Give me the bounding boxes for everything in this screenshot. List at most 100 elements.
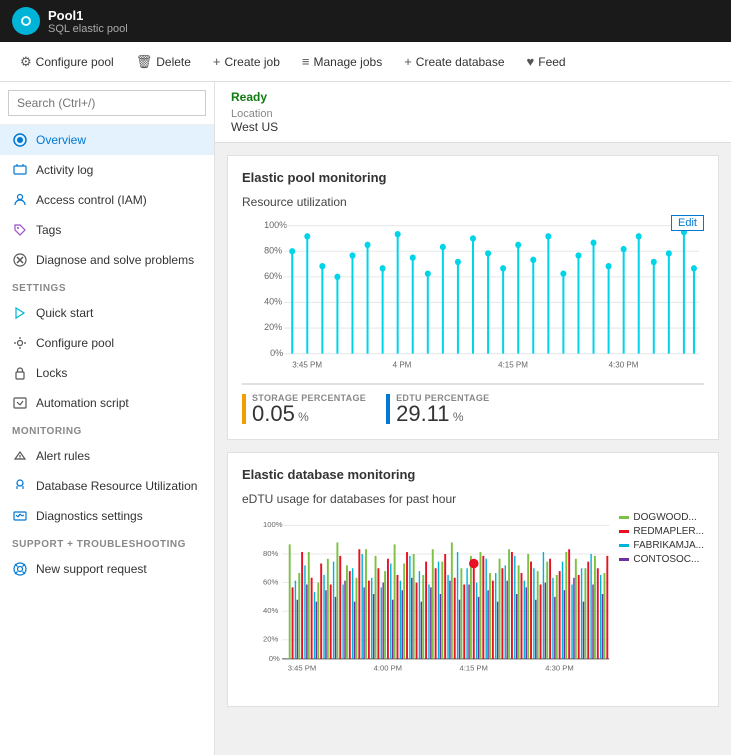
tags-icon — [12, 222, 28, 238]
content-area: Ready Location West US Elastic pool moni… — [215, 82, 731, 755]
list-icon: ≡ — [302, 54, 310, 69]
resource-chart-area: Edit 100% 80% 60% 40% 20% 0% — [242, 215, 704, 375]
svg-text:3:45 PM: 3:45 PM — [292, 360, 322, 369]
sidebar-item-tags[interactable]: Tags — [0, 215, 214, 245]
sidebar-item-locks[interactable]: Locks — [0, 358, 214, 388]
redmapler-legend-label: REDMAPLER... — [633, 526, 704, 537]
content-status-header: Ready Location West US — [215, 82, 731, 143]
sidebar: Overview Activity log Access control (IA… — [0, 82, 215, 755]
create-database-button[interactable]: + Create database — [396, 50, 512, 73]
contoso-legend-label: CONTOSOC... — [633, 554, 699, 565]
resource-chart-subtitle: Resource utilization — [242, 195, 704, 209]
create-job-button[interactable]: + Create job — [205, 50, 288, 73]
plus-icon: + — [213, 54, 221, 69]
legend-contoso: CONTOSOC... — [619, 554, 704, 565]
lock-icon — [12, 365, 28, 381]
edtu-info: EDTU PERCENTAGE 29.11 % — [396, 393, 489, 425]
quickstart-icon — [12, 305, 28, 321]
alert-icon — [12, 448, 28, 464]
header-text: Pool1 SQL elastic pool — [48, 8, 128, 35]
heart-icon: ♥ — [527, 54, 535, 69]
svg-text:3:45 PM: 3:45 PM — [288, 663, 316, 672]
storage-bar — [242, 394, 246, 424]
edtu-value: 29.11 — [396, 401, 449, 426]
svg-text:20%: 20% — [264, 322, 282, 332]
svg-text:4 PM: 4 PM — [393, 360, 412, 369]
configure-icon — [12, 335, 28, 351]
metrics-row: STORAGE PERCENTAGE 0.05 % EDTU PERCENTAG… — [242, 383, 704, 425]
storage-value-row: 0.05 % — [252, 403, 366, 425]
edtu-chart-subtitle: eDTU usage for databases for past hour — [242, 492, 704, 506]
svg-text:20%: 20% — [263, 635, 278, 644]
svg-text:60%: 60% — [263, 577, 278, 586]
resource-chart-svg: 100% 80% 60% 40% 20% 0% 3:45 PM 4 PM — [242, 215, 704, 375]
edtu-bar — [386, 394, 390, 424]
support-icon — [12, 561, 28, 577]
contoso-legend-dot — [619, 558, 629, 561]
plus2-icon: + — [404, 54, 412, 69]
svg-text:80%: 80% — [264, 245, 282, 255]
location-value: West US — [231, 120, 715, 134]
redmapler-legend-dot — [619, 530, 629, 533]
storage-value: 0.05 — [252, 401, 295, 426]
toolbar: ⚙ Configure pool 🗑 Delete + Create job ≡… — [0, 42, 731, 82]
svg-text:4:15 PM: 4:15 PM — [498, 360, 528, 369]
sidebar-search-container — [0, 82, 214, 125]
svg-text:100%: 100% — [264, 220, 287, 230]
chart-legend: DOGWOOD... REDMAPLER... FABRIKAMJA... CO… — [619, 512, 704, 565]
gear-icon: ⚙ — [20, 54, 32, 70]
edtu-value-row: 29.11 % — [396, 403, 489, 425]
resource-utilization-card: Elastic pool monitoring Resource utiliza… — [227, 155, 719, 440]
monitoring-section-label: MONITORING — [0, 418, 214, 441]
pool-icon — [12, 7, 40, 35]
sidebar-item-automation[interactable]: Automation script — [0, 388, 214, 418]
svg-text:100%: 100% — [263, 520, 283, 529]
db-resource-icon — [12, 478, 28, 494]
edtu-card-title: Elastic database monitoring — [242, 467, 704, 482]
resource-card-title: Elastic pool monitoring — [242, 170, 704, 185]
status-badge: Ready — [231, 90, 715, 104]
edtu-metric: EDTU PERCENTAGE 29.11 % — [386, 393, 489, 425]
fabrikam-legend-dot — [619, 544, 629, 547]
edtu-unit: % — [453, 410, 464, 424]
fabrikam-legend-label: FABRIKAMJA... — [633, 540, 704, 551]
sidebar-item-diagnose[interactable]: Diagnose and solve problems — [0, 245, 214, 275]
configure-pool-button[interactable]: ⚙ Configure pool — [12, 50, 122, 74]
edtu-chart-svg: 100% 80% 60% 40% 20% 0% 3:45 PM 4:00 PM — [242, 512, 614, 677]
svg-text:40%: 40% — [263, 606, 278, 615]
sidebar-item-support[interactable]: New support request — [0, 554, 214, 584]
dogwood-legend-dot — [619, 516, 629, 519]
search-input[interactable] — [8, 90, 206, 116]
sidebar-item-alert-rules[interactable]: Alert rules — [0, 441, 214, 471]
svg-text:80%: 80% — [263, 549, 278, 558]
edtu-chart-area: DOGWOOD... REDMAPLER... FABRIKAMJA... CO… — [242, 512, 704, 692]
sidebar-item-overview[interactable]: Overview — [0, 125, 214, 155]
edtu-monitoring-card: Elastic database monitoring eDTU usage f… — [227, 452, 719, 707]
header-title: Pool1 — [48, 8, 128, 23]
delete-button[interactable]: 🗑 Delete — [128, 50, 199, 74]
svg-text:60%: 60% — [264, 271, 282, 281]
storage-info: STORAGE PERCENTAGE 0.05 % — [252, 393, 366, 425]
sidebar-item-diagnostics[interactable]: Diagnostics settings — [0, 501, 214, 531]
main-layout: Overview Activity log Access control (IA… — [0, 82, 731, 755]
automation-icon — [12, 395, 28, 411]
feed-button[interactable]: ♥ Feed — [519, 50, 574, 73]
edit-button[interactable]: Edit — [671, 215, 704, 231]
settings-section-label: SETTINGS — [0, 275, 214, 298]
svg-text:0%: 0% — [269, 654, 280, 663]
sidebar-item-configure[interactable]: Configure pool — [0, 328, 214, 358]
svg-text:4:15 PM: 4:15 PM — [459, 663, 487, 672]
sidebar-item-quickstart[interactable]: Quick start — [0, 298, 214, 328]
trash-icon: 🗑 — [136, 54, 153, 70]
sidebar-item-iam[interactable]: Access control (IAM) — [0, 185, 214, 215]
legend-fabrikam: FABRIKAMJA... — [619, 540, 704, 551]
dogwood-legend-label: DOGWOOD... — [633, 512, 696, 523]
storage-metric: STORAGE PERCENTAGE 0.05 % — [242, 393, 366, 425]
sidebar-item-activity-log[interactable]: Activity log — [0, 155, 214, 185]
storage-unit: % — [298, 410, 309, 424]
sidebar-item-db-resource[interactable]: Database Resource Utilization — [0, 471, 214, 501]
location-label: Location — [231, 108, 715, 120]
manage-jobs-button[interactable]: ≡ Manage jobs — [294, 50, 390, 73]
svg-text:4:30 PM: 4:30 PM — [609, 360, 639, 369]
diagnostics-icon — [12, 508, 28, 524]
